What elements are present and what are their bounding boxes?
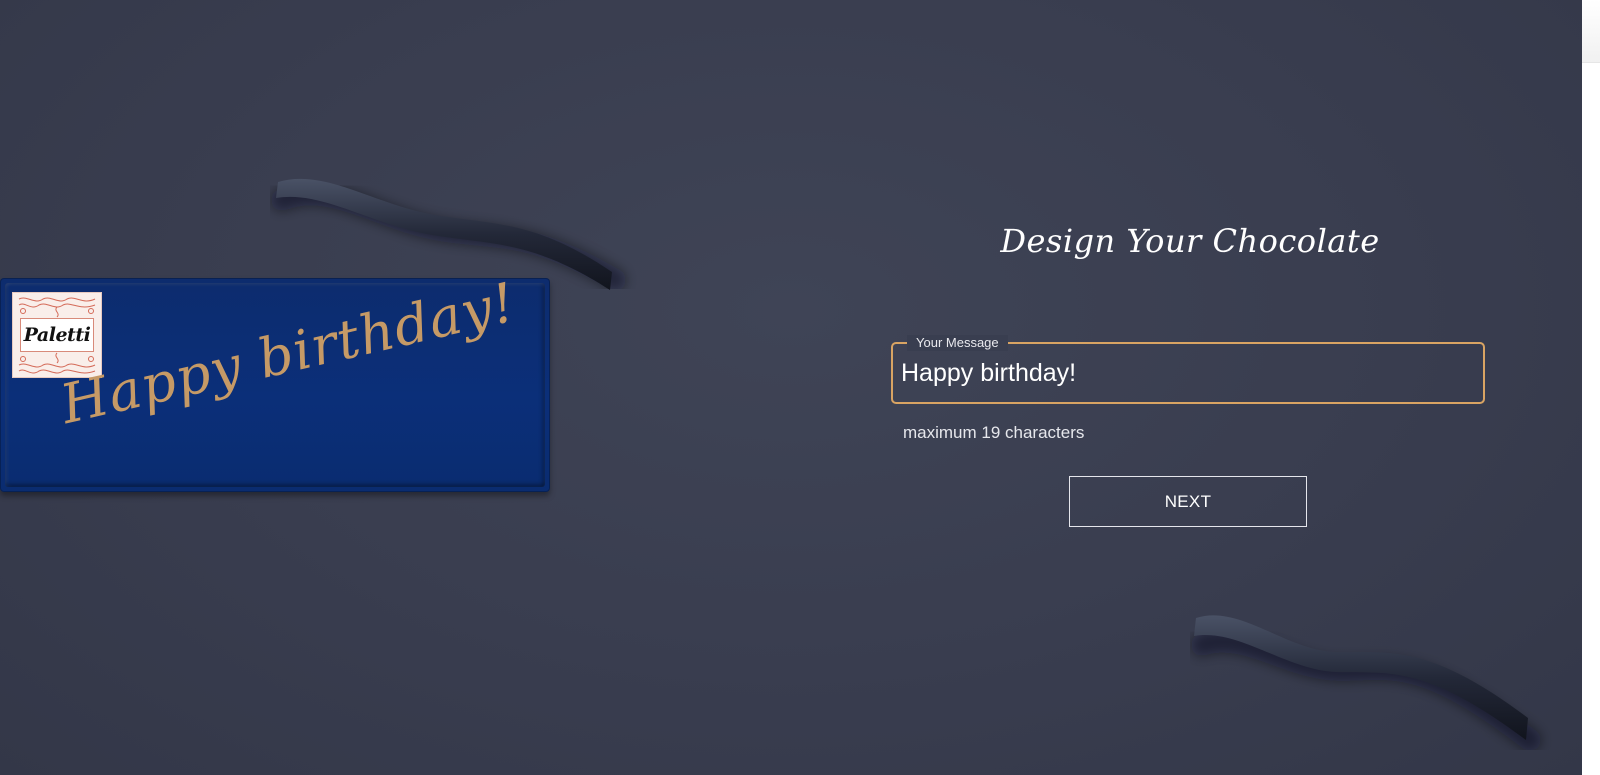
logo-text: Paletti [23, 324, 91, 346]
logo-label: Paletti [20, 318, 94, 352]
brand-logo: Paletti [12, 292, 102, 378]
page-scrollbar[interactable] [1582, 0, 1600, 775]
chocolate-curl-decoration [1191, 615, 1541, 751]
message-input[interactable] [901, 354, 1461, 392]
character-limit-hint: maximum 19 characters [903, 423, 1085, 442]
next-button[interactable]: NEXT [1069, 476, 1307, 527]
page-title: Design Your Chocolate [1000, 222, 1380, 260]
design-stage: Paletti Happy birthday! Design Your Choc… [0, 0, 1582, 775]
chocolate-bar-preview: Paletti Happy birthday! [0, 278, 550, 492]
message-field[interactable]: Your Message [891, 335, 1485, 404]
message-field-label: Your Message [907, 335, 1008, 351]
scrollbar-thumb[interactable] [1582, 0, 1600, 63]
